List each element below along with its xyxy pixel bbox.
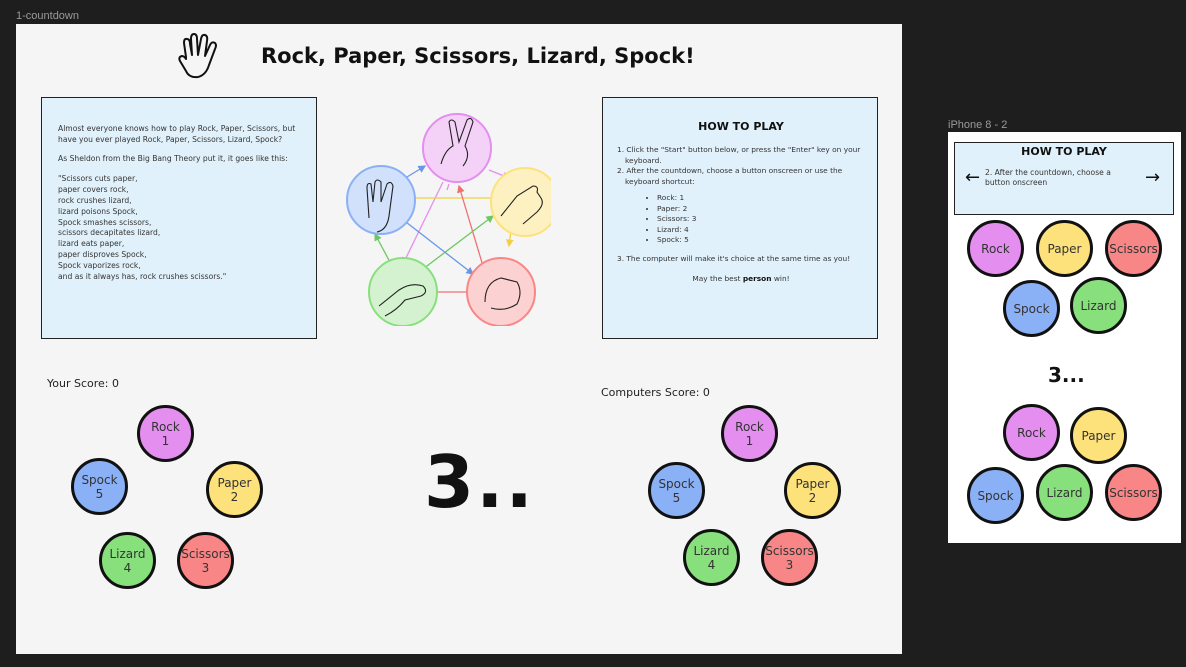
player-rock-button[interactable]: Rock 1 xyxy=(137,405,194,462)
how-to-play-title: HOW TO PLAY xyxy=(698,120,784,133)
button-label: Spock xyxy=(658,476,695,491)
button-label: Rock xyxy=(981,241,1010,256)
player-paper-button[interactable]: Paper 2 xyxy=(206,461,263,518)
mobile-computer-spock-button: Spock xyxy=(967,467,1024,524)
how-to-play-panel: HOW TO PLAY 1. Click the "Start" button … xyxy=(602,97,878,339)
mobile-player-scissors-button[interactable]: Scissors xyxy=(1105,220,1162,277)
page-title: Rock, Paper, Scissors, Lizard, Spock! xyxy=(261,44,695,68)
arrow-left-icon[interactable]: ← xyxy=(965,167,980,188)
mobile-frame-label: iPhone 8 - 2 xyxy=(948,119,1008,131)
button-label: Spock xyxy=(1013,301,1050,316)
button-label: Paper xyxy=(1047,241,1082,256)
player-spock-button[interactable]: Spock 5 xyxy=(71,458,128,515)
button-key: 4 xyxy=(707,557,716,572)
shortcut-list: Rock: 1 Paper: 2 Scissors: 3 Lizard: 4 S… xyxy=(617,193,865,246)
quote-line: rock crushes lizard, xyxy=(58,195,132,205)
shortcut-item: Paper: 2 xyxy=(657,204,865,215)
shortcut-item: Spock: 5 xyxy=(657,235,865,246)
how-to-play-step-1: 1. Click the "Start" button below, or pr… xyxy=(617,145,861,165)
desktop-frame-label: 1-countdown xyxy=(16,10,79,22)
button-label: Scissors xyxy=(1109,241,1158,256)
button-label: Lizard xyxy=(109,546,146,561)
intro-sheldon: As Sheldon from the Big Bang Theory put … xyxy=(58,153,288,163)
mobile-player-rock-button[interactable]: Rock xyxy=(967,220,1024,277)
mobile-how-to-play-title: HOW TO PLAY xyxy=(1021,145,1107,158)
how-to-play-step-3: 3. The computer will make it's choice at… xyxy=(617,253,851,263)
diagram-scissors-circle xyxy=(422,113,492,183)
button-key: 5 xyxy=(95,486,104,501)
quote-line: paper covers rock, xyxy=(58,185,129,195)
button-key: 1 xyxy=(745,433,754,448)
button-key: 1 xyxy=(161,433,170,448)
how-to-play-step-2: 2. After the countdown, choose a button … xyxy=(617,166,843,186)
button-label: Lizard xyxy=(693,543,730,558)
closing-text: May the best xyxy=(692,274,743,283)
quote-line: Spock smashes scissors, xyxy=(58,217,152,227)
closing-bold: person xyxy=(742,274,772,283)
quote-line: and as it always has, rock crushes sciss… xyxy=(58,271,227,281)
mobile-player-lizard-button[interactable]: Lizard xyxy=(1070,277,1127,334)
computer-score: Computers Score: 0 xyxy=(601,386,710,399)
button-key: 3 xyxy=(785,557,794,572)
button-label: Rock xyxy=(151,419,180,434)
quote-line: scissors decapitates lizard, xyxy=(58,228,161,238)
spock-hand-icon xyxy=(176,31,222,83)
countdown: 3.. xyxy=(424,440,535,524)
button-label: Paper xyxy=(217,475,252,490)
button-label: Lizard xyxy=(1046,485,1083,500)
button-key: 5 xyxy=(672,490,681,505)
quote-line: Spock vaporizes rock, xyxy=(58,260,141,270)
computer-rock-button: Rock 1 xyxy=(721,405,778,462)
mobile-player-spock-button[interactable]: Spock xyxy=(1003,280,1060,337)
button-key: 2 xyxy=(808,490,817,505)
quote-line: "Scissors cuts paper, xyxy=(58,174,138,184)
quote-line: lizard poisons Spock, xyxy=(58,206,138,216)
mobile-computer-lizard-button: Lizard xyxy=(1036,464,1093,521)
mobile-computer-paper-button: Paper xyxy=(1070,407,1127,464)
button-label: Spock xyxy=(81,472,118,487)
rules-diagram xyxy=(341,106,560,327)
mobile-computer-rock-button: Rock xyxy=(1003,404,1060,461)
computer-paper-button: Paper 2 xyxy=(784,462,841,519)
intro-panel: Almost everyone knows how to play Rock, … xyxy=(41,97,317,339)
button-key: 3 xyxy=(201,560,210,575)
quote-line: paper disproves Spock, xyxy=(58,249,147,259)
intro-paragraph: Almost everyone knows how to play Rock, … xyxy=(58,124,296,144)
sheldon-quote: "Scissors cuts paper, paper covers rock,… xyxy=(58,174,308,282)
player-lizard-button[interactable]: Lizard 4 xyxy=(99,532,156,589)
mobile-how-to-play-panel: HOW TO PLAY ← 2. After the countdown, ch… xyxy=(954,142,1174,215)
how-to-play-closing: May the best person win! xyxy=(617,274,865,285)
button-label: Scissors xyxy=(765,543,814,558)
button-label: Scissors xyxy=(181,546,230,561)
button-key: 4 xyxy=(123,560,132,575)
button-key: 2 xyxy=(230,489,239,504)
shortcut-item: Scissors: 3 xyxy=(657,214,865,225)
closing-text: win! xyxy=(771,274,790,283)
button-label: Paper xyxy=(795,476,830,491)
diagram-lizard-circle xyxy=(368,257,438,327)
shortcut-item: Lizard: 4 xyxy=(657,225,865,236)
computer-spock-button: Spock 5 xyxy=(648,462,705,519)
quote-line: lizard eats paper, xyxy=(58,239,125,249)
button-label: Spock xyxy=(977,488,1014,503)
desktop-frame: Rock, Paper, Scissors, Lizard, Spock! Al… xyxy=(16,24,902,654)
mobile-player-paper-button[interactable]: Paper xyxy=(1036,220,1093,277)
your-score: Your Score: 0 xyxy=(47,377,119,390)
mobile-frame: HOW TO PLAY ← 2. After the countdown, ch… xyxy=(948,132,1181,543)
button-label: Rock xyxy=(735,419,764,434)
shortcut-item: Rock: 1 xyxy=(657,193,865,204)
mobile-computer-scissors-button: Scissors xyxy=(1105,464,1162,521)
button-label: Scissors xyxy=(1109,485,1158,500)
button-label: Paper xyxy=(1081,428,1116,443)
computer-lizard-button: Lizard 4 xyxy=(683,529,740,586)
arrow-right-icon[interactable]: → xyxy=(1145,167,1160,188)
player-scissors-button[interactable]: Scissors 3 xyxy=(177,532,234,589)
diagram-rock-circle xyxy=(466,257,536,327)
computer-scissors-button: Scissors 3 xyxy=(761,529,818,586)
mobile-step-text: 2. After the countdown, choose a button … xyxy=(985,168,1111,187)
button-label: Lizard xyxy=(1080,298,1117,313)
button-label: Rock xyxy=(1017,425,1046,440)
mobile-countdown: 3... xyxy=(1048,363,1085,387)
